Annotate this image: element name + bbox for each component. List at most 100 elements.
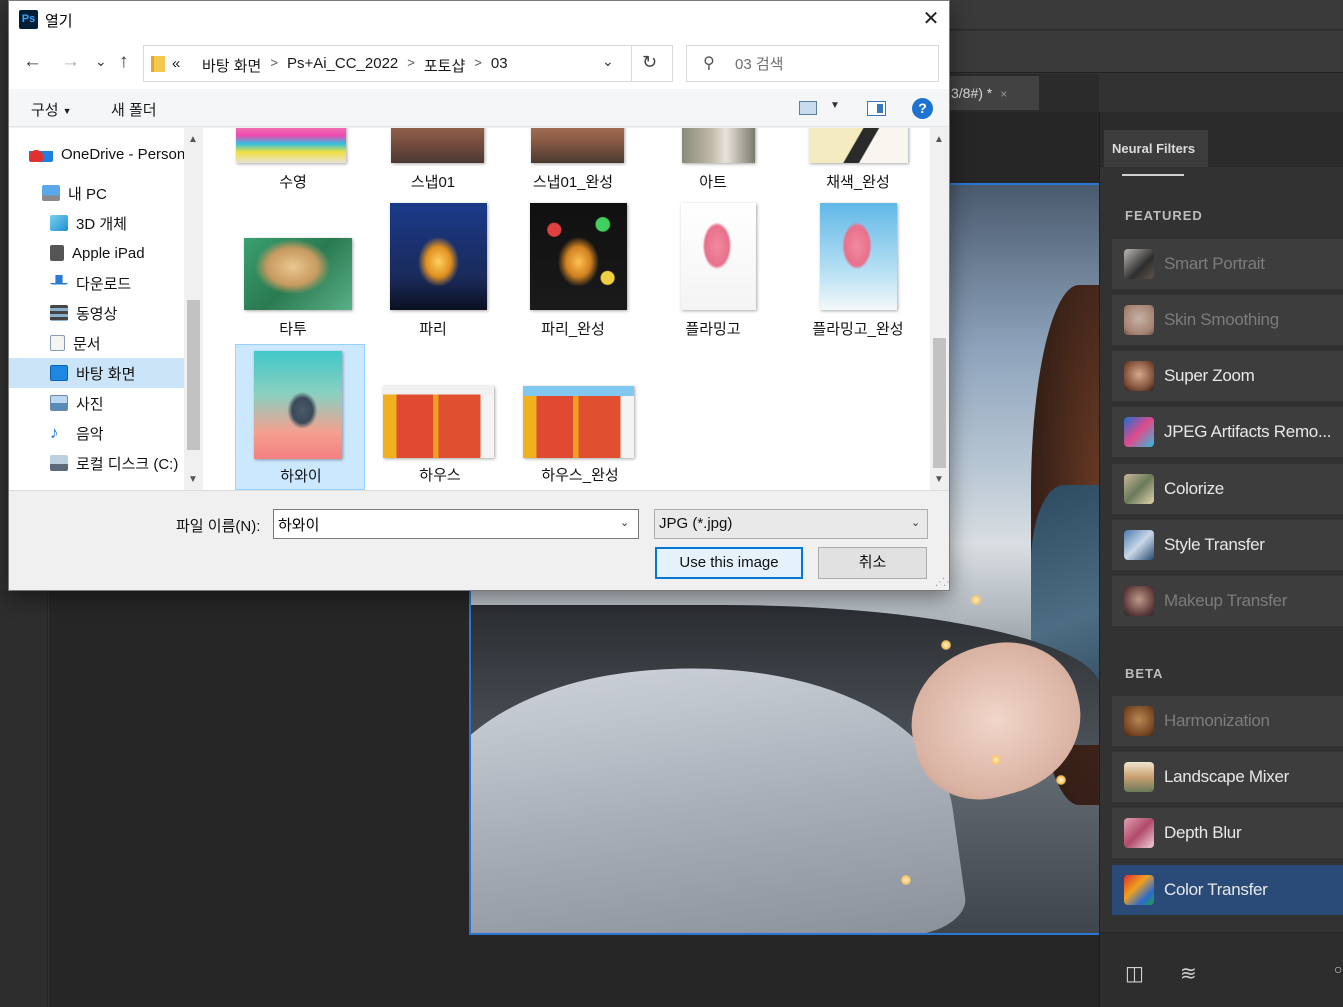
close-dialog-button[interactable]: ✕ <box>917 7 945 31</box>
pc-icon <box>42 185 60 201</box>
recent-locations-button[interactable]: ⌄ <box>95 53 107 70</box>
help-icon[interactable]: ? <box>912 98 933 119</box>
file-item-selected[interactable]: 하와이 <box>235 344 365 490</box>
nav-item-downloads[interactable]: 다운로드 <box>9 268 184 298</box>
filename-input[interactable] <box>278 514 608 534</box>
back-button[interactable]: ← <box>23 51 42 73</box>
file-item[interactable]: 채색_완성 <box>793 128 923 194</box>
preview-pane-icon[interactable] <box>867 101 886 116</box>
refresh-button[interactable]: ↻ <box>642 52 657 73</box>
fairy-light <box>901 875 911 885</box>
filter-harmonization[interactable]: Harmonization <box>1112 696 1343 746</box>
up-button[interactable]: ↑ <box>119 51 129 73</box>
view-options-caret-icon[interactable]: ▼ <box>830 100 840 111</box>
file-thumbnail <box>383 386 494 458</box>
filter-smart-portrait[interactable]: Smart Portrait <box>1112 239 1343 289</box>
filter-landscape-mixer[interactable]: Landscape Mixer <box>1112 752 1343 802</box>
filter-colorize[interactable]: Colorize <box>1112 464 1343 514</box>
cancel-button[interactable]: 취소 <box>818 547 927 579</box>
breadcrumb-ps-ai[interactable]: Ps+Ai_CC_2022 <box>287 55 398 76</box>
file-item[interactable]: 스냅01_완성 <box>508 128 638 194</box>
chevron-down-icon: ⌄ <box>911 517 921 529</box>
nav-item-desktop[interactable]: 바탕 화면 <box>9 358 184 388</box>
file-item[interactable]: 하우스_완성 <box>515 344 645 490</box>
filter-label: Smart Portrait <box>1164 254 1265 273</box>
featured-section-label: FEATURED <box>1125 208 1203 223</box>
documents-icon <box>50 335 65 351</box>
file-name: 하와이 <box>280 468 322 485</box>
filter-label: Super Zoom <box>1164 366 1255 385</box>
address-bar[interactable]: « 바탕 화면 > Ps+Ai_CC_2022 > 포토샵 > 03 ⌄ ↻ <box>143 45 673 82</box>
compare-icon[interactable]: ◫ <box>1125 961 1144 986</box>
organize-menu[interactable]: 구성 ▼ <box>31 99 72 120</box>
filter-skin-smoothing[interactable]: Skin Smoothing <box>1112 295 1343 345</box>
file-name: 하우스_완성 <box>541 467 619 484</box>
nav-item-videos[interactable]: 동영상 <box>9 298 184 328</box>
scroll-up-icon[interactable]: ▲ <box>188 134 198 145</box>
breadcrumb-overflow[interactable]: « <box>172 55 180 76</box>
nav-item-local-disk[interactable]: 로컬 디스크 (C:) <box>9 448 184 478</box>
nav-item-label: 문서 <box>73 335 101 353</box>
filter-super-zoom[interactable]: Super Zoom <box>1112 351 1343 401</box>
scroll-up-icon[interactable]: ▲ <box>934 134 944 145</box>
address-dropdown-icon[interactable]: ⌄ <box>602 53 614 70</box>
breadcrumb-desktop[interactable]: 바탕 화면 <box>202 55 261 76</box>
close-tab-icon[interactable]: × <box>1000 87 1007 101</box>
file-item[interactable]: 하우스 <box>375 344 505 490</box>
filetype-select[interactable]: JPG (*.jpg) ⌄ <box>654 509 928 539</box>
divider <box>631 46 632 81</box>
chevron-right-icon: > <box>474 55 482 70</box>
nav-item-onedrive[interactable]: OneDrive - Personal <box>9 139 184 169</box>
file-item[interactable]: 스냅01 <box>368 128 498 194</box>
nav-item-music[interactable]: ♪ 음악 <box>9 418 184 448</box>
file-item[interactable]: 수영 <box>228 128 358 194</box>
neural-filters-tab[interactable]: Neural Filters <box>1104 130 1208 167</box>
filter-jpeg-artifacts[interactable]: JPEG Artifacts Remo... <box>1112 407 1343 457</box>
nav-item-apple-ipad[interactable]: Apple iPad <box>9 238 184 268</box>
nav-item-label: 3D 개체 <box>76 215 127 233</box>
new-folder-button[interactable]: 새 폴더 <box>111 99 157 120</box>
forward-button[interactable]: → <box>61 51 80 73</box>
neural-filters-panel: Neural Filters FEATURED Smart Portrait S… <box>1099 112 1343 1007</box>
beta-section-label: BETA <box>1125 666 1164 681</box>
file-item[interactable]: 타투 <box>228 200 358 346</box>
nav-pane-scrollbar[interactable]: ▲ ▼ <box>184 128 203 490</box>
file-item[interactable]: 파리_완성 <box>508 200 638 346</box>
file-item[interactable]: 아트 <box>648 128 778 194</box>
filter-color-transfer[interactable]: Color Transfer <box>1112 865 1343 915</box>
nav-item-3d-objects[interactable]: 3D 개체 <box>9 208 184 238</box>
music-icon: ♪ <box>50 423 59 442</box>
use-this-image-button[interactable]: Use this image <box>655 547 803 579</box>
change-view-icon[interactable] <box>799 101 817 115</box>
chevron-down-icon[interactable]: ⌄ <box>620 516 629 529</box>
file-thumbnail <box>523 386 634 458</box>
document-tab[interactable]: 3/8#) * × <box>949 76 1039 110</box>
filter-style-transfer[interactable]: Style Transfer <box>1112 520 1343 570</box>
search-input[interactable] <box>735 53 925 75</box>
file-list-scrollbar[interactable]: ▲ ▼ <box>930 128 949 490</box>
nav-item-documents[interactable]: 문서 <box>9 328 184 358</box>
filter-depth-blur[interactable]: Depth Blur <box>1112 808 1343 858</box>
breadcrumb-03[interactable]: 03 <box>491 55 508 76</box>
scrollbar-thumb[interactable] <box>187 300 200 450</box>
layers-icon[interactable]: ≋ <box>1180 961 1197 986</box>
breadcrumb-photoshop[interactable]: 포토샵 <box>424 55 465 76</box>
file-thumbnail <box>530 203 627 310</box>
file-item[interactable]: 파리 <box>368 200 498 346</box>
nav-item-pictures[interactable]: 사진 <box>9 388 184 418</box>
filter-label: Makeup Transfer <box>1164 591 1288 610</box>
nav-item-label: 바탕 화면 <box>76 365 136 383</box>
resize-grip-icon[interactable]: ⋰⋰ <box>935 577 953 588</box>
scroll-down-icon[interactable]: ▼ <box>188 474 198 485</box>
file-item[interactable]: 플라밍고 <box>648 200 778 346</box>
photoshop-app-icon: Ps <box>19 10 38 29</box>
more-icon[interactable]: ○ <box>1334 961 1342 977</box>
filter-label: Landscape Mixer <box>1164 767 1289 786</box>
file-item[interactable]: 플라밍고_완성 <box>793 200 923 346</box>
scrollbar-thumb[interactable] <box>933 338 946 468</box>
filename-combobox[interactable]: ⌄ <box>273 509 639 539</box>
scroll-down-icon[interactable]: ▼ <box>934 474 944 485</box>
filter-makeup-transfer[interactable]: Makeup Transfer <box>1112 576 1343 626</box>
search-box[interactable]: ⚲ <box>686 45 939 82</box>
nav-item-my-pc[interactable]: 내 PC <box>9 178 184 208</box>
